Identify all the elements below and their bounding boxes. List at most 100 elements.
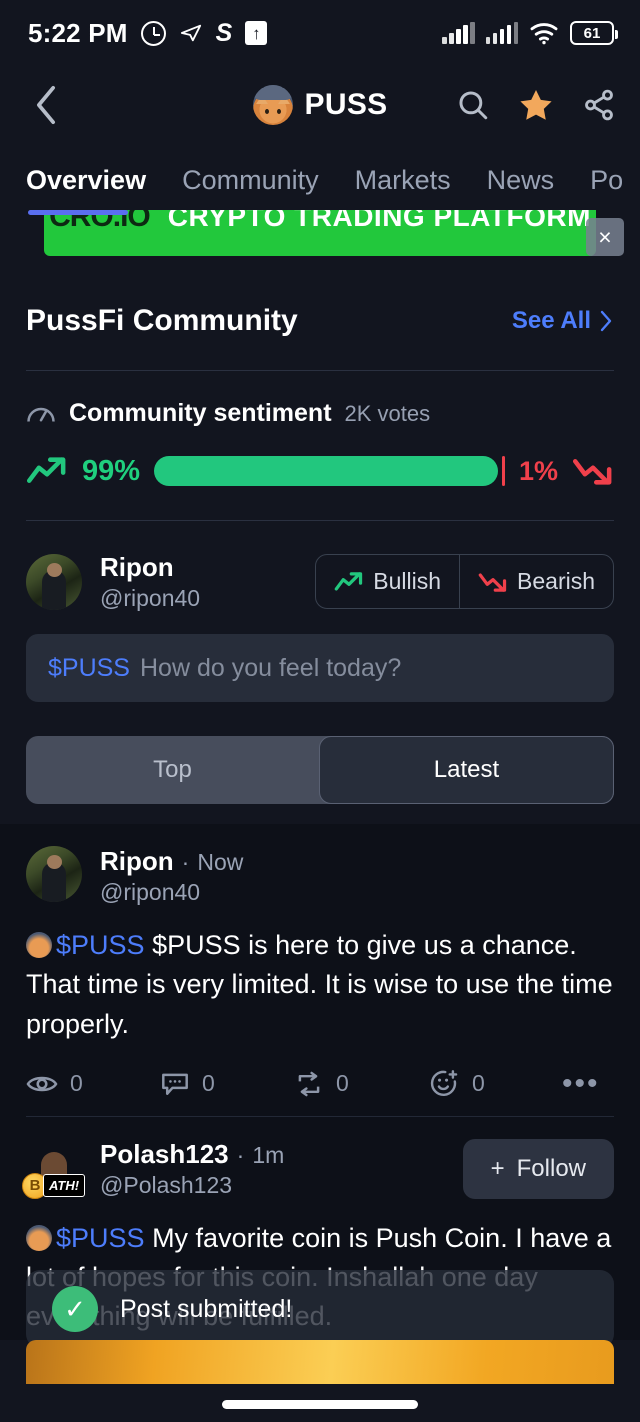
community-sentiment: Community sentiment 2K votes 99% 1% bbox=[0, 371, 640, 488]
filter-latest[interactable]: Latest bbox=[319, 736, 614, 805]
more-options-button[interactable]: ••• bbox=[562, 1068, 600, 1098]
puss-cat-emoji-icon bbox=[26, 932, 52, 959]
ath-badge: B ATH! bbox=[22, 1172, 86, 1199]
composer-placeholder: How do you feel today? bbox=[139, 653, 402, 682]
wifi-icon bbox=[530, 23, 558, 45]
tab-overview[interactable]: Overview bbox=[26, 165, 146, 196]
post-actions: 0 0 0 0 ••• bbox=[26, 1068, 614, 1116]
sentiment-bearish-pct: 1% bbox=[518, 455, 558, 486]
app-bar: PUSS bbox=[0, 66, 640, 144]
post-time-sep: · bbox=[181, 849, 190, 876]
post-item: Ripon · Now @ripon40 $PUSS $PUSS is here… bbox=[0, 824, 640, 1115]
star-filled-icon[interactable] bbox=[518, 87, 554, 123]
post-cashtag[interactable]: $PUSS bbox=[56, 930, 145, 960]
signal-icon bbox=[485, 22, 518, 44]
status-bar-left: 5:22 PM S bbox=[28, 17, 268, 49]
ad-banner[interactable]: CRO.IO CRYPTO TRADING PLATFORM bbox=[44, 210, 596, 256]
sentiment-vote-group: Bullish Bearish bbox=[315, 554, 614, 610]
trend-down-icon bbox=[572, 459, 612, 485]
composer-user-name: Ripon bbox=[100, 552, 174, 582]
follow-label: Follow bbox=[516, 1154, 586, 1182]
composer-header: Ripon @ripon40 Bullish Bearish bbox=[26, 551, 614, 612]
bullish-label: Bullish bbox=[373, 568, 442, 595]
sentiment-header: Community sentiment 2K votes bbox=[26, 399, 614, 428]
ath-badge-label: ATH! bbox=[43, 1174, 86, 1198]
post-author-handle: @ripon40 bbox=[100, 879, 201, 906]
post-author: Ripon · Now @ripon40 bbox=[100, 846, 243, 906]
toast-message: Post submitted! bbox=[120, 1294, 293, 1323]
feed-filter-segmented: Top Latest bbox=[26, 736, 614, 805]
status-time: 5:22 PM bbox=[28, 17, 128, 48]
share-icon[interactable] bbox=[582, 88, 616, 122]
status-bar: 5:22 PM S 61 bbox=[0, 0, 640, 66]
trend-down-icon bbox=[478, 573, 507, 592]
avatar[interactable] bbox=[26, 553, 82, 610]
add-reaction-icon bbox=[430, 1069, 458, 1096]
check-circle-icon: ✓ bbox=[52, 1286, 98, 1332]
avatar[interactable] bbox=[26, 846, 82, 903]
post-header: B ATH! Polash123 · 1m @Polash123 + Follo… bbox=[22, 1138, 614, 1199]
tab-markets[interactable]: Markets bbox=[355, 165, 451, 196]
post-time-sep: · bbox=[236, 1141, 245, 1168]
post-author-name[interactable]: Polash123 bbox=[100, 1139, 229, 1170]
chevron-left-icon bbox=[37, 86, 55, 124]
comment-icon bbox=[162, 1073, 188, 1095]
post-name-row: Polash123 · 1m bbox=[100, 1139, 284, 1170]
sentiment-bar-row: 99% 1% bbox=[26, 454, 614, 488]
phone-screen: 5:22 PM S 61 bbox=[0, 0, 640, 1422]
sentiment-bar-bullish bbox=[154, 456, 498, 486]
tab-active-indicator bbox=[28, 210, 128, 215]
filter-top[interactable]: Top bbox=[26, 736, 319, 804]
sentiment-bullish-pct: 99% bbox=[82, 454, 141, 487]
bearish-button[interactable]: Bearish bbox=[459, 555, 613, 609]
community-section-header: PussFi Community See All bbox=[0, 258, 640, 338]
composer-user-handle: @ripon40 bbox=[100, 584, 201, 611]
signal-icon bbox=[442, 22, 475, 44]
post-cashtag[interactable]: $PUSS bbox=[56, 1223, 145, 1253]
community-title: PussFi Community bbox=[26, 304, 298, 337]
puss-cat-emoji-icon bbox=[26, 1224, 52, 1251]
battery-level: 61 bbox=[583, 24, 601, 42]
reaction-action[interactable]: 0 bbox=[428, 1069, 562, 1098]
tab-community[interactable]: Community bbox=[182, 165, 319, 196]
battery-icon: 61 bbox=[570, 21, 618, 45]
follow-plus-icon: + bbox=[490, 1154, 505, 1182]
status-bar-right: 61 bbox=[442, 21, 618, 45]
bearish-label: Bearish bbox=[517, 568, 595, 595]
upload-icon bbox=[245, 21, 268, 45]
sentiment-label: Community sentiment bbox=[69, 399, 332, 427]
avatar-with-badge[interactable]: B ATH! bbox=[22, 1139, 86, 1199]
trend-up-icon bbox=[334, 571, 363, 591]
bottom-ad-banner[interactable] bbox=[26, 1340, 614, 1384]
post-body: $PUSS $PUSS is here to give us a chance.… bbox=[26, 926, 614, 1043]
post-author: Polash123 · 1m @Polash123 bbox=[100, 1139, 284, 1199]
post-timestamp: 1m bbox=[252, 1141, 285, 1168]
views-count: 0 bbox=[70, 1070, 83, 1097]
follow-button[interactable]: + Follow bbox=[462, 1138, 614, 1199]
post-input[interactable]: $PUSS How do you feel today? bbox=[26, 634, 614, 703]
tab-bar: Overview Community Markets News Po bbox=[0, 144, 640, 204]
see-all-link[interactable]: See All bbox=[512, 307, 614, 335]
views-action[interactable]: 0 bbox=[26, 1070, 160, 1097]
app-bar-actions bbox=[456, 87, 616, 123]
reaction-count: 0 bbox=[472, 1070, 485, 1097]
post-author-name[interactable]: Ripon bbox=[100, 846, 174, 877]
post-composer: Ripon @ripon40 Bullish Bearish $PUSS How… bbox=[0, 551, 640, 703]
bullish-button[interactable]: Bullish bbox=[316, 555, 459, 608]
page-title: PUSS bbox=[304, 88, 388, 121]
tab-portfolio[interactable]: Po bbox=[590, 165, 623, 196]
comments-action[interactable]: 0 bbox=[160, 1070, 294, 1097]
tab-news[interactable]: News bbox=[487, 165, 555, 196]
repost-action[interactable]: 0 bbox=[294, 1070, 428, 1097]
trend-up-icon bbox=[26, 457, 66, 483]
back-button[interactable] bbox=[24, 83, 68, 127]
composer-cashtag: $PUSS bbox=[48, 653, 130, 682]
home-indicator[interactable] bbox=[222, 1400, 418, 1409]
sentiment-divider bbox=[26, 520, 614, 521]
sentiment-bar bbox=[154, 456, 505, 486]
post-timestamp: Now bbox=[197, 849, 244, 876]
gauge-icon bbox=[27, 407, 55, 422]
telegram-icon bbox=[180, 24, 201, 42]
ad-close-button[interactable]: × bbox=[586, 218, 624, 256]
search-icon[interactable] bbox=[456, 88, 490, 122]
